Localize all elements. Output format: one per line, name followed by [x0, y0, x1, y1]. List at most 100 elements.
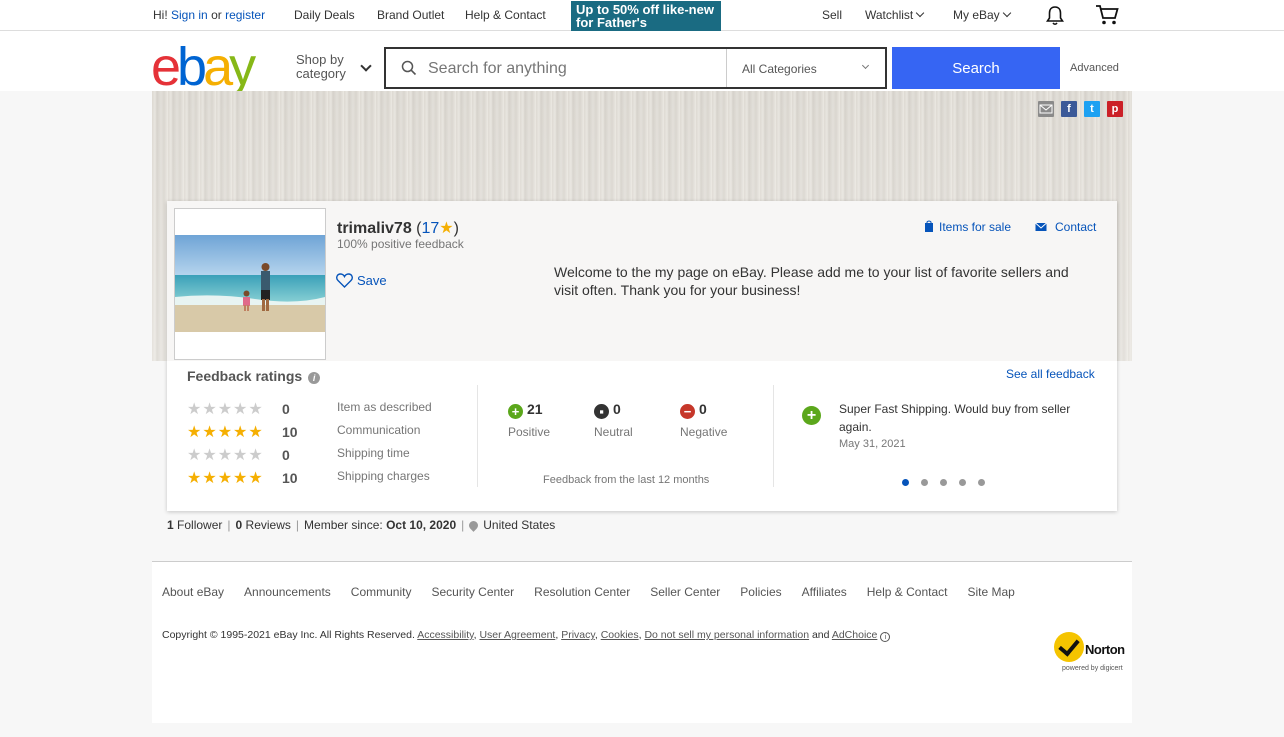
positive-count[interactable]: +21 Positive — [508, 401, 550, 439]
carousel-dot[interactable] — [978, 479, 985, 486]
reviews-label: Reviews — [245, 518, 291, 532]
welcome-message: Welcome to the my page on eBay. Please a… — [554, 264, 1069, 298]
advanced-search-link[interactable]: Advanced — [1070, 62, 1119, 74]
member-since-label: Member since: — [304, 518, 383, 532]
count-label: Positive — [508, 425, 551, 439]
category-select[interactable]: All Categories — [742, 62, 817, 76]
user-agreement-link[interactable]: User Agreement — [479, 629, 555, 641]
shopping-bag-icon — [925, 220, 933, 232]
footer-link[interactable]: Security Center — [431, 585, 514, 599]
norton-badge[interactable]: Norton powered by digicert — [1054, 632, 1134, 676]
footer-link[interactable]: Policies — [740, 585, 781, 599]
count-value: 0 — [699, 401, 707, 417]
brand-outlet-link[interactable]: Brand Outlet — [377, 8, 444, 22]
footer-link[interactable]: Announcements — [244, 585, 331, 599]
contact-link[interactable]: Contact — [1035, 220, 1096, 234]
accessibility-link[interactable]: Accessibility — [417, 629, 473, 641]
carousel-dot[interactable] — [902, 479, 909, 486]
footer-link[interactable]: Seller Center — [650, 585, 720, 599]
email-share-icon[interactable] — [1038, 101, 1054, 117]
save-seller-button[interactable]: Save — [336, 273, 387, 288]
search-icon — [401, 60, 417, 76]
sell-link[interactable]: Sell — [822, 8, 842, 22]
norton-text: Norton — [1085, 642, 1125, 657]
profile-card: trimaliv78 (17★) 100% positive feedback … — [167, 201, 1117, 511]
negative-count[interactable]: −0 Negative — [680, 401, 727, 439]
search-button[interactable]: Search — [892, 47, 1060, 89]
logo-letter-e: e — [151, 37, 181, 97]
star-rating-icon: ★★★★★ — [187, 447, 264, 464]
footer-link[interactable]: Community — [351, 585, 412, 599]
watchlist-label: Watchlist — [865, 8, 914, 22]
shop-by-category-button[interactable]: Shop by category — [296, 53, 346, 81]
count-label: Negative — [680, 425, 728, 439]
divider — [726, 49, 727, 87]
twitter-share-icon[interactable]: t — [1084, 101, 1100, 117]
shop-by-line-2: category — [296, 66, 346, 81]
my-ebay-menu[interactable]: My eBay — [953, 8, 1011, 22]
pinterest-share-icon[interactable]: p — [1107, 101, 1123, 117]
footer-link[interactable]: Resolution Center — [534, 585, 630, 599]
items-for-sale-label: Items for sale — [939, 220, 1012, 234]
location-pin-icon — [467, 519, 481, 532]
do-not-sell-link[interactable]: Do not sell my personal information — [644, 629, 809, 641]
rating-value: 10 — [282, 424, 298, 440]
greeting: Hi! Sign in or register — [153, 8, 265, 22]
sign-in-link[interactable]: Sign in — [171, 8, 208, 22]
facebook-share-icon[interactable]: f — [1061, 101, 1077, 117]
and-text: and — [811, 629, 830, 641]
carousel-dot[interactable] — [940, 479, 947, 486]
cart-icon[interactable] — [1095, 4, 1119, 26]
rating-value: 10 — [282, 470, 298, 486]
footer-link[interactable]: About eBay — [162, 585, 224, 599]
search-input[interactable] — [428, 58, 718, 80]
greeting-text: Hi! — [153, 8, 168, 22]
cookies-link[interactable]: Cookies — [601, 629, 639, 641]
info-icon[interactable]: i — [308, 372, 321, 384]
see-all-feedback-link[interactable]: See all feedback — [1006, 367, 1095, 381]
footer-link[interactable]: Site Map — [967, 585, 1014, 599]
notification-bell-icon[interactable] — [1045, 5, 1065, 26]
minus-circle-icon: − — [680, 404, 695, 419]
feedback-score-value[interactable]: 17 — [422, 220, 440, 237]
carousel-dot[interactable] — [959, 479, 966, 486]
daily-deals-link[interactable]: Daily Deals — [294, 8, 355, 22]
norton-subtext: powered by digicert — [1062, 665, 1123, 672]
feedback-score[interactable]: (17★) — [416, 220, 459, 237]
ebay-logo[interactable]: ebay — [151, 37, 256, 97]
footer-link[interactable]: Help & Contact — [867, 585, 948, 599]
username[interactable]: trimaliv78 — [337, 220, 412, 237]
logo-letter-b: b — [177, 37, 207, 97]
watchlist-menu[interactable]: Watchlist — [865, 8, 925, 22]
my-ebay-label: My eBay — [953, 8, 1000, 22]
footer-link[interactable]: Affiliates — [802, 585, 847, 599]
star-icon: ★ — [439, 220, 454, 237]
star-rating-icon: ★★★★★ — [187, 470, 264, 487]
member-since-date: Oct 10, 2020 — [386, 518, 457, 532]
feedback-comment: Super Fast Shipping. Would buy from sell… — [839, 402, 1071, 434]
rating-label: Item as described — [337, 400, 432, 414]
help-contact-link[interactable]: Help & Contact — [465, 8, 546, 22]
divider — [773, 385, 774, 487]
adchoice-link[interactable]: AdChoice — [832, 629, 878, 641]
register-link[interactable]: register — [225, 8, 265, 22]
profile-photo — [174, 208, 326, 360]
neutral-count[interactable]: ▪ 0 Neutral — [594, 401, 633, 439]
carousel-pagination — [902, 475, 997, 489]
rating-value: 0 — [282, 401, 290, 417]
rating-label: Communication — [337, 423, 421, 437]
search-bar: All Categories — [384, 47, 887, 89]
seller-stats: 1 Follower | 0 Reviews | Member since: Oct 1… — [167, 518, 556, 532]
carousel-dot[interactable] — [921, 479, 928, 486]
location: United States — [483, 518, 556, 532]
star-rating-icon: ★★★★★ — [187, 401, 264, 418]
adchoice-icon[interactable]: i — [880, 632, 891, 642]
save-label: Save — [357, 273, 387, 288]
feedback-period-note: Feedback from the last 12 months — [543, 474, 710, 486]
shop-by-line-1: Shop by — [296, 52, 344, 67]
neutral-circle-icon: ▪ — [594, 404, 609, 419]
privacy-link[interactable]: Privacy — [561, 629, 595, 641]
header: ebay Shop by category All Categories Sea… — [0, 31, 1284, 97]
promo-banner[interactable]: Up to 50% off like-new for Father's — [571, 1, 721, 31]
items-for-sale-link[interactable]: Items for sale — [924, 220, 1011, 234]
